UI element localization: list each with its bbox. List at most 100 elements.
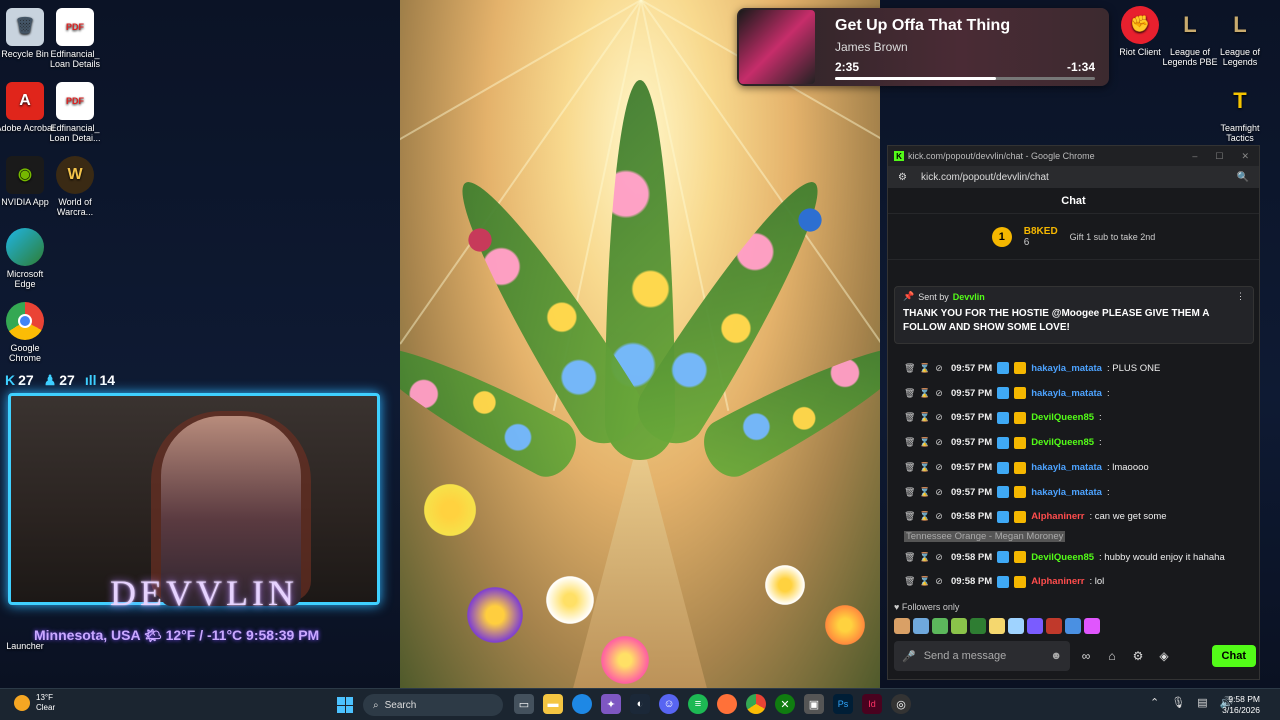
gifter-name[interactable]: B8KED: [1024, 226, 1058, 237]
window-titlebar[interactable]: K kick.com/popout/devvlin/chat - Google …: [888, 146, 1259, 166]
chat-message-row[interactable]: 🗑 ⌛ ⊘ 09:57 PM hakayla_matata:: [888, 381, 1261, 406]
delete-icon[interactable]: 🗑: [904, 437, 915, 448]
desktop-icon-edfinancial-2[interactable]: PDF Edfinancial_ Loan Detai...: [45, 82, 105, 143]
spotify-icon[interactable]: ≡: [688, 694, 708, 714]
taskbar-search[interactable]: ⌕ Search: [363, 694, 503, 716]
minimize-icon[interactable]: –: [1192, 151, 1197, 162]
ban-icon[interactable]: ⊘: [934, 388, 944, 399]
desktop-icon-world-of-warcraft[interactable]: W World of Warcra...: [45, 156, 105, 217]
message-username[interactable]: DevilQueen85: [1031, 437, 1094, 448]
discord-icon[interactable]: ☺: [659, 694, 679, 714]
timeout-icon[interactable]: ⌛: [919, 552, 930, 563]
ban-icon[interactable]: ⊘: [934, 363, 944, 374]
message-username[interactable]: hakayla_matata: [1031, 487, 1102, 498]
chat-message-row[interactable]: 🗑 ⌛ ⊘ 09:57 PM DevilQueen85:: [888, 406, 1261, 431]
network-icon[interactable]: ▤: [1197, 696, 1207, 709]
delete-icon[interactable]: 🗑: [904, 511, 915, 522]
effects-icon[interactable]: ∞: [1076, 649, 1096, 663]
gift-cta[interactable]: Gift 1 sub to take 2nd: [1070, 232, 1156, 242]
taskbar-clock[interactable]: 9:58 PM 3/16/2026: [1222, 694, 1260, 716]
message-text: :: [1099, 437, 1102, 449]
steam-icon[interactable]: ◐: [630, 694, 650, 714]
app-icon[interactable]: ▣: [804, 694, 824, 714]
desktop-icon-tft[interactable]: T Teamfight Tactics: [1210, 82, 1270, 144]
ban-icon[interactable]: ⊘: [934, 412, 944, 423]
indesign-icon[interactable]: Id: [862, 694, 882, 714]
file-explorer-icon[interactable]: ▬: [543, 694, 563, 714]
ban-icon[interactable]: ⊘: [934, 552, 944, 563]
delete-icon[interactable]: 🗑: [904, 552, 915, 563]
badge-icon: [1014, 551, 1027, 564]
ban-icon[interactable]: ⊘: [934, 487, 944, 498]
emote-bar[interactable]: [894, 618, 1100, 634]
address-bar[interactable]: ⚙ kick.com/popout/devvlin/chat 🔍: [888, 166, 1259, 188]
maximize-icon[interactable]: ☐: [1215, 151, 1223, 162]
obs-icon[interactable]: ◎: [891, 694, 911, 714]
timeout-icon[interactable]: ⌛: [919, 487, 930, 498]
message-username[interactable]: DevilQueen85: [1031, 412, 1094, 423]
close-icon[interactable]: ✕: [1241, 151, 1249, 162]
chrome-taskbar-icon[interactable]: [746, 694, 766, 714]
message-username[interactable]: hakayla_matata: [1031, 462, 1102, 473]
delete-icon[interactable]: 🗑: [904, 576, 915, 587]
message-username[interactable]: Alphaninerr: [1031, 511, 1084, 522]
progress-bar[interactable]: [835, 77, 1095, 80]
task-view-icon[interactable]: ▭: [514, 694, 534, 714]
delete-icon[interactable]: 🗑: [904, 363, 915, 374]
media-widget[interactable]: Get Up Offa That Thing James Brown 2:35 …: [737, 8, 1109, 86]
desktop-icon-microsoft-edge[interactable]: Microsoft Edge: [0, 228, 55, 289]
timeout-icon[interactable]: ⌛: [919, 576, 930, 587]
timeout-icon[interactable]: ⌛: [919, 412, 930, 423]
store-icon[interactable]: ⌂: [1102, 649, 1122, 663]
message-username[interactable]: hakayla_matata: [1031, 388, 1102, 399]
taskbar-weather[interactable]: 13°F Clear: [14, 693, 55, 713]
chat-message-row[interactable]: 🗑 ⌛ ⊘ 09:57 PM hakayla_matata: PLUS ONE: [888, 356, 1261, 381]
start-button[interactable]: [337, 697, 353, 713]
pinned-sender[interactable]: Devvlin: [953, 292, 985, 302]
desktop-icon-edfinancial-1[interactable]: PDF Edfinancial_ Loan Details: [45, 8, 105, 69]
timeout-icon[interactable]: ⌛: [919, 363, 930, 374]
ban-icon[interactable]: ⊘: [934, 462, 944, 473]
firefox-icon[interactable]: [717, 694, 737, 714]
zoom-icon[interactable]: 🔍: [1237, 172, 1249, 183]
chevron-up-icon[interactable]: ⌃: [1150, 696, 1159, 709]
delete-icon[interactable]: 🗑: [904, 487, 915, 498]
xbox-icon[interactable]: ✕: [775, 694, 795, 714]
message-username[interactable]: hakayla_matata: [1031, 363, 1102, 374]
chat-message-row[interactable]: 🗑 ⌛ ⊘ 09:57 PM DevilQueen85:: [888, 430, 1261, 455]
chat-message-row[interactable]: 🗑 ⌛ ⊘ 09:58 PM DevilQueen85: hubby would enj…: [888, 545, 1261, 570]
timeout-icon[interactable]: ⌛: [919, 462, 930, 473]
copilot-icon[interactable]: ✦: [601, 694, 621, 714]
pdf-icon: PDF: [56, 82, 94, 120]
more-options-icon[interactable]: ⋮: [1236, 291, 1245, 302]
desktop-icon-lol[interactable]: L League of Legends: [1210, 6, 1270, 68]
send-chat-button[interactable]: Chat: [1211, 645, 1256, 667]
site-settings-icon[interactable]: ⚙: [898, 172, 907, 183]
ban-icon[interactable]: ⊘: [934, 437, 944, 448]
delete-icon[interactable]: 🗑: [904, 388, 915, 399]
ban-icon[interactable]: ⊘: [934, 576, 944, 587]
desktop-icon-google-chrome[interactable]: Google Chrome: [0, 302, 55, 363]
ban-icon[interactable]: ⊘: [934, 511, 944, 522]
microphone-icon[interactable]: 🎤: [902, 650, 916, 663]
delete-icon[interactable]: 🗑: [904, 412, 915, 423]
message-input[interactable]: 🎤 Send a message ☻: [894, 641, 1070, 671]
settings-icon[interactable]: ⚙: [1128, 649, 1148, 663]
message-username[interactable]: Alphaninerr: [1031, 576, 1084, 587]
photoshop-icon[interactable]: Ps: [833, 694, 853, 714]
timeout-icon[interactable]: ⌛: [919, 511, 930, 522]
chat-message-row[interactable]: 🗑 ⌛ ⊘ 09:58 PM Alphaninerr: lol: [888, 570, 1261, 595]
timeout-icon[interactable]: ⌛: [919, 437, 930, 448]
chat-message-row[interactable]: 🗑 ⌛ ⊘ 09:57 PM hakayla_matata:: [888, 480, 1261, 505]
followers-only-indicator: ♥ Followers only: [894, 602, 960, 612]
extension-icon[interactable]: ◈: [1154, 649, 1174, 663]
message-username[interactable]: DevilQueen85: [1031, 552, 1094, 563]
chat-message-row[interactable]: 🗑 ⌛ ⊘ 09:57 PM hakayla_matata: lmaoooo: [888, 455, 1261, 480]
chat-message-row[interactable]: 🗑 ⌛ ⊘ 09:58 PM Alphaninerr: can we get some T…: [888, 505, 1261, 545]
edge-taskbar-icon[interactable]: [572, 694, 592, 714]
timeout-icon[interactable]: ⌛: [919, 388, 930, 399]
emoji-icon[interactable]: ☻: [1050, 650, 1062, 662]
microphone-tray-icon[interactable]: 🎙: [1171, 696, 1185, 709]
pinned-message[interactable]: 📌 Sent by Devvlin ⋮ THANK YOU FOR THE HO…: [894, 286, 1254, 344]
delete-icon[interactable]: 🗑: [904, 462, 915, 473]
